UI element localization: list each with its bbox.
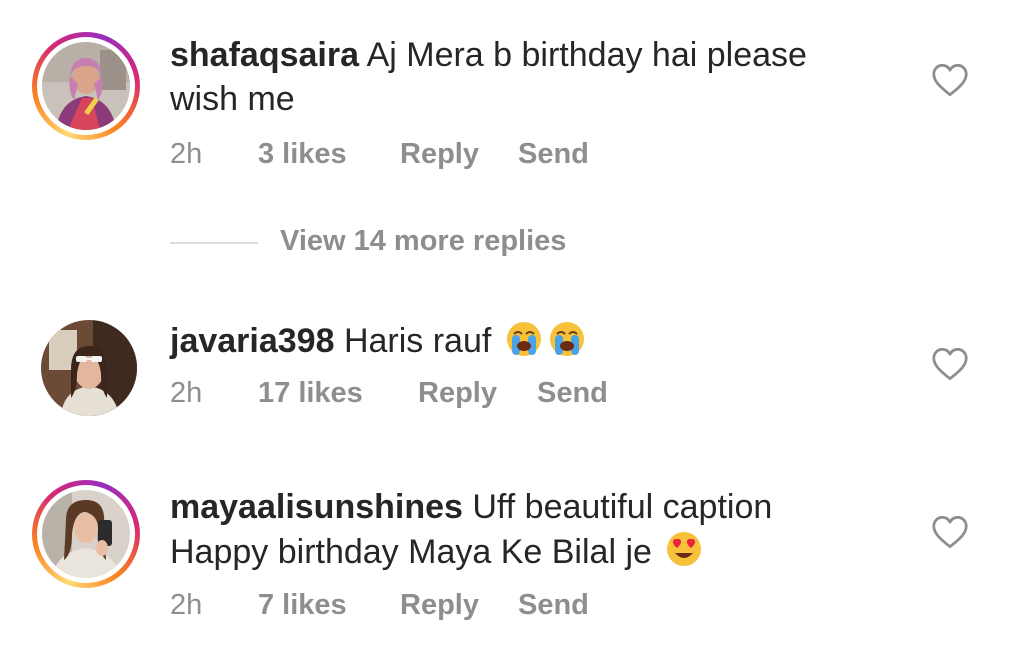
avatar[interactable] (41, 320, 137, 416)
comment-username[interactable]: javaria398 (170, 322, 335, 360)
comment-text: Uff beautiful caption (472, 488, 773, 526)
reply-button[interactable]: Reply (400, 589, 479, 622)
send-button[interactable]: Send (518, 589, 589, 622)
send-button[interactable]: Send (518, 138, 589, 171)
replies-divider (170, 242, 258, 244)
send-button[interactable]: Send (537, 377, 608, 410)
view-replies-label[interactable]: View 14 more replies (280, 225, 566, 258)
avatar-story-ring[interactable] (32, 480, 140, 588)
comment-username[interactable]: shafaqsaira (170, 36, 359, 74)
avatar-story-ring[interactable] (32, 32, 140, 140)
comment-likes[interactable]: 3 likes (258, 138, 347, 171)
comment-text: Haris rauf (343, 322, 492, 360)
loudly-crying-face-icon (549, 322, 584, 356)
avatar (42, 490, 130, 578)
comment-text-continued: wish me (170, 80, 295, 118)
comment-likes[interactable]: 17 likes (258, 377, 363, 410)
view-more-replies[interactable]: View 14 more replies (170, 225, 670, 265)
comment-time: 2h (170, 589, 203, 621)
comment-likes[interactable]: 7 likes (258, 589, 347, 622)
like-heart-icon[interactable] (931, 63, 969, 97)
like-heart-icon[interactable] (931, 347, 969, 381)
reply-button[interactable]: Reply (418, 377, 497, 410)
comment-time: 2h (170, 377, 203, 409)
loudly-crying-face-icon (506, 322, 541, 356)
comment-time: 2h (170, 138, 203, 170)
heart-eyes-face-icon (667, 532, 702, 566)
comment-text: Aj Mera b birthday hai please (366, 36, 807, 74)
comment-text-continued: Happy birthday Maya Ke Bilal je (170, 533, 652, 571)
comment-username[interactable]: mayaalisunshines (170, 488, 463, 526)
reply-button[interactable]: Reply (400, 138, 479, 171)
like-heart-icon[interactable] (931, 515, 969, 549)
comment-body: shafaqsaira Aj Mera b birthday hai pleas… (170, 33, 890, 121)
avatar (42, 42, 130, 130)
comment-body: mayaalisunshines Uff beautiful caption H… (170, 485, 890, 574)
comment-body: javaria398 Haris rauf (170, 318, 890, 363)
